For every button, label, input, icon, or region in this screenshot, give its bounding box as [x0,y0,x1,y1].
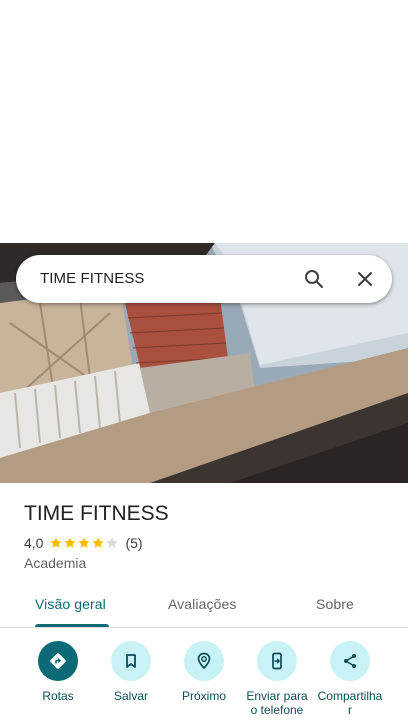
place-tabs: Visão geral Avaliações Sobre [0,585,408,628]
review-count: (5) [125,535,143,551]
place-title: TIME FITNESS [24,502,169,525]
nearby-label: Próximo [181,689,226,703]
rating-row[interactable]: 4,0 (5) [24,534,384,552]
send-to-phone-icon [257,641,297,681]
tab-reviews[interactable]: Avaliações [168,596,236,612]
search-icon[interactable] [302,267,326,291]
share-button[interactable]: Compartilhar [310,641,390,717]
active-tab-indicator [35,624,109,627]
directions-label: Rotas [42,689,74,703]
rating-stars [49,536,119,550]
map-blank-area [0,0,408,243]
place-category[interactable]: Academia [24,555,384,571]
tab-overview[interactable]: Visão geral [35,596,106,612]
save-button[interactable]: Salvar [91,641,171,703]
directions-icon [38,641,78,681]
save-label: Salvar [113,689,148,703]
action-bar: Rotas Salvar Próximo Enviar para o telef… [0,641,408,726]
nearby-button[interactable]: Próximo [164,641,244,703]
star-empty-icon [106,537,119,548]
search-query-text[interactable]: TIME FITNESS [40,270,145,287]
search-bar[interactable]: TIME FITNESS [16,255,392,303]
place-info: TIME FITNESS 4,0 (5) Academia [24,500,384,571]
send-to-phone-button[interactable]: Enviar para o telefone [237,641,317,717]
star-filled-icon [92,537,105,548]
send-to-phone-label: Enviar para o telefone [246,689,308,717]
share-label: Compartilhar [317,689,383,717]
star-filled-icon [50,537,63,548]
share-icon [330,641,370,681]
star-filled-icon [78,537,91,548]
bookmark-icon [111,641,151,681]
directions-button[interactable]: Rotas [18,641,98,703]
rating-value: 4,0 [24,535,44,551]
star-filled-icon [64,537,77,548]
nearby-icon [184,641,224,681]
close-icon[interactable] [353,267,377,291]
tab-about[interactable]: Sobre [316,596,354,612]
